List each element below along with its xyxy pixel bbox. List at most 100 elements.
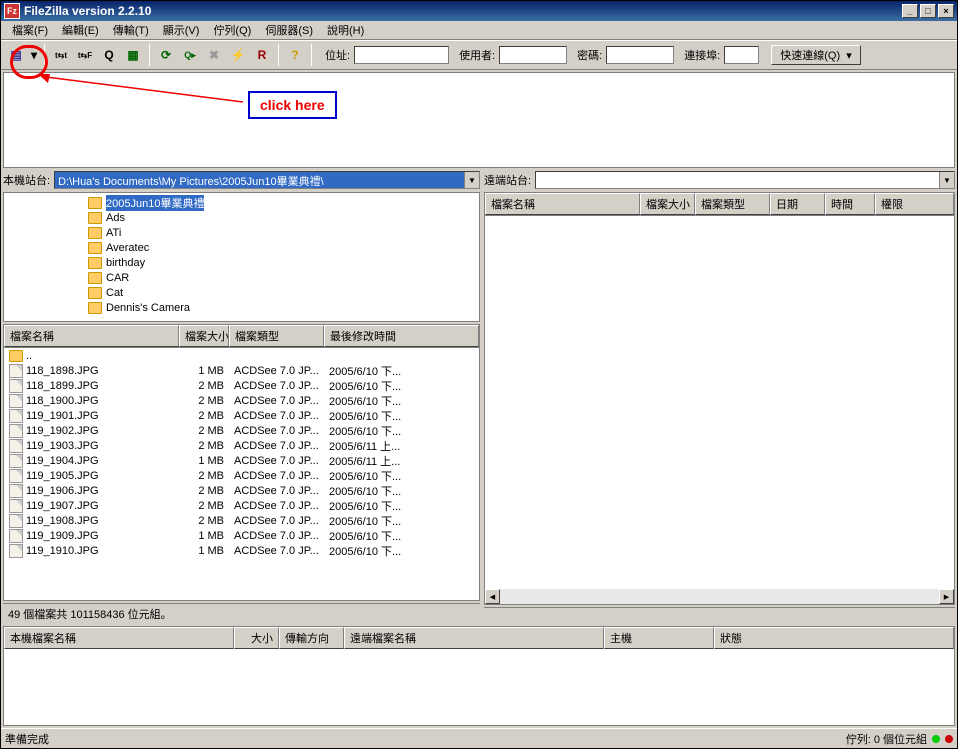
reconnect-button[interactable]: R <box>251 44 273 66</box>
rcol-date[interactable]: 日期 <box>770 193 825 215</box>
folder-icon <box>88 212 102 224</box>
folder-label: Averatec <box>106 242 149 254</box>
refresh-button[interactable]: ⟳ <box>155 44 177 66</box>
file-name: 118_1898.JPG <box>26 365 99 377</box>
local-file-list[interactable]: 檔案名稱 檔案大小 檔案類型 最後修改時間 ..118_1898.JPG1 MB… <box>3 324 480 601</box>
folder-label: CAR <box>106 272 129 284</box>
menu-server[interactable]: 伺服器(S) <box>258 20 320 40</box>
toggle-tree-local-button[interactable]: t⇆t <box>50 44 72 66</box>
chevron-down-icon[interactable]: ▼ <box>939 172 954 188</box>
help-button[interactable]: ? <box>284 44 306 66</box>
toggle-queue-button[interactable]: Q <box>98 44 120 66</box>
local-tree[interactable]: 2005Jun10畢業典禮AdsATi Averatecbirthday CARCa… <box>3 192 480 322</box>
file-icon <box>9 424 23 438</box>
folder-label: Ads <box>106 212 125 224</box>
tree-item[interactable]: birthday <box>8 255 475 270</box>
local-path-combo[interactable]: D:\Hua's Documents\My Pictures\2005Jun10… <box>54 171 480 189</box>
rcol-size[interactable]: 檔案大小 <box>640 193 695 215</box>
quickconnect-button[interactable]: 快速連線(Q) ▾ <box>771 45 861 65</box>
folder-up-icon <box>9 350 23 362</box>
folder-icon <box>88 242 102 254</box>
file-type: ACDSee 7.0 JP... <box>229 469 324 483</box>
address-input[interactable] <box>354 46 449 64</box>
scroll-left-icon[interactable]: ◀ <box>485 589 500 604</box>
queue-pane[interactable]: 本機檔案名稱 大小 傳輸方向 遠端檔案名稱 主機 狀態 <box>3 626 955 726</box>
tree-item[interactable]: Cat <box>8 285 475 300</box>
file-icon <box>9 409 23 423</box>
process-queue-button[interactable]: Q▸ <box>179 44 201 66</box>
menu-edit[interactable]: 編輯(E) <box>55 20 106 40</box>
scroll-right-icon[interactable]: ▶ <box>939 589 954 604</box>
rcol-name[interactable]: 檔案名稱 <box>485 193 640 215</box>
user-input[interactable] <box>499 46 567 64</box>
col-name[interactable]: 檔案名稱 <box>4 325 179 347</box>
tree-item[interactable]: Dennis's Camera <box>8 300 475 315</box>
qcol-localfile[interactable]: 本機檔案名稱 <box>4 627 234 649</box>
remote-pane: 遠端站台: ▼ 檔案名稱 檔案大小 檔案類型 日期 時間 權限 ◀ <box>484 170 955 624</box>
col-mod[interactable]: 最後修改時間 <box>324 325 479 347</box>
file-size: 2 MB <box>179 409 229 423</box>
file-icon <box>9 499 23 513</box>
tree-item[interactable]: CAR <box>8 270 475 285</box>
sitemanager-dropdown[interactable]: ▾ <box>29 44 39 66</box>
toggle-tree-remote-button[interactable]: t⇆F <box>74 44 96 66</box>
led-recv-icon <box>945 735 953 743</box>
titlebar[interactable]: Fz FileZilla version 2.2.10 _ □ × <box>1 1 957 21</box>
qcol-host[interactable]: 主機 <box>604 627 714 649</box>
cancel-button[interactable]: ✖ <box>203 44 225 66</box>
pass-label: 密碼: <box>577 47 602 63</box>
pass-input[interactable] <box>606 46 674 64</box>
app-window: Fz FileZilla version 2.2.10 _ □ × 檔案(F) … <box>0 0 958 749</box>
menu-view[interactable]: 顯示(V) <box>156 20 207 40</box>
remote-status-line <box>484 607 955 624</box>
qcol-size[interactable]: 大小 <box>234 627 279 649</box>
log-pane[interactable] <box>3 72 955 168</box>
file-size: 2 MB <box>179 484 229 498</box>
file-name: 119_1910.JPG <box>26 545 99 557</box>
tree-item[interactable]: 2005Jun10畢業典禮 <box>8 195 475 210</box>
col-type[interactable]: 檔案類型 <box>229 325 324 347</box>
menu-transfer[interactable]: 傳輸(T) <box>106 20 156 40</box>
minimize-button[interactable]: _ <box>902 4 918 18</box>
menu-queue[interactable]: 佇列(Q) <box>206 20 258 40</box>
port-input[interactable] <box>724 46 759 64</box>
rcol-perm[interactable]: 權限 <box>875 193 954 215</box>
remote-hscroll[interactable]: ◀ ▶ <box>485 589 954 604</box>
file-type: ACDSee 7.0 JP... <box>229 439 324 453</box>
chevron-down-icon[interactable]: ▼ <box>464 172 479 188</box>
file-name: 119_1909.JPG <box>26 530 99 542</box>
file-size: 2 MB <box>179 499 229 513</box>
tree-item[interactable]: Ads <box>8 210 475 225</box>
remote-path-combo[interactable]: ▼ <box>535 171 955 189</box>
qcol-status[interactable]: 狀態 <box>714 627 954 649</box>
file-icon <box>9 529 23 543</box>
remote-file-list[interactable]: 檔案名稱 檔案大小 檔案類型 日期 時間 權限 ◀ ▶ <box>484 192 955 605</box>
file-type: ACDSee 7.0 JP... <box>229 529 324 543</box>
tree-item[interactable]: ATi <box>8 225 475 240</box>
disconnect-button[interactable]: ⚡ <box>227 44 249 66</box>
folder-label: Dennis's Camera <box>106 302 190 314</box>
rcol-type[interactable]: 檔案類型 <box>695 193 770 215</box>
file-icon <box>9 379 23 393</box>
file-name: 118_1900.JPG <box>26 395 99 407</box>
qcol-remotefile[interactable]: 遠端檔案名稱 <box>344 627 604 649</box>
maximize-button[interactable]: □ <box>920 4 936 18</box>
folder-label: 2005Jun10畢業典禮 <box>106 195 204 211</box>
file-icon <box>9 454 23 468</box>
sitemanager-button[interactable]: ▤ <box>5 44 27 66</box>
close-button[interactable]: × <box>938 4 954 18</box>
toggle-log-button[interactable]: ▦ <box>122 44 144 66</box>
file-name: 119_1903.JPG <box>26 440 99 452</box>
menu-file[interactable]: 檔案(F) <box>5 20 55 40</box>
qcol-direction[interactable]: 傳輸方向 <box>279 627 344 649</box>
list-item[interactable]: 119_1910.JPG1 MBACDSee 7.0 JP...2005/6/1… <box>4 543 479 558</box>
menubar: 檔案(F) 編輯(E) 傳輸(T) 顯示(V) 佇列(Q) 伺服器(S) 說明(… <box>1 21 957 40</box>
menu-help[interactable]: 說明(H) <box>320 20 371 40</box>
file-icon <box>9 484 23 498</box>
col-size[interactable]: 檔案大小 <box>179 325 229 347</box>
tree-item[interactable]: Averatec <box>8 240 475 255</box>
rcol-time[interactable]: 時間 <box>825 193 875 215</box>
file-name: 118_1899.JPG <box>26 380 99 392</box>
main-split: 本機站台: D:\Hua's Documents\My Pictures\200… <box>3 170 955 624</box>
file-icon <box>9 394 23 408</box>
